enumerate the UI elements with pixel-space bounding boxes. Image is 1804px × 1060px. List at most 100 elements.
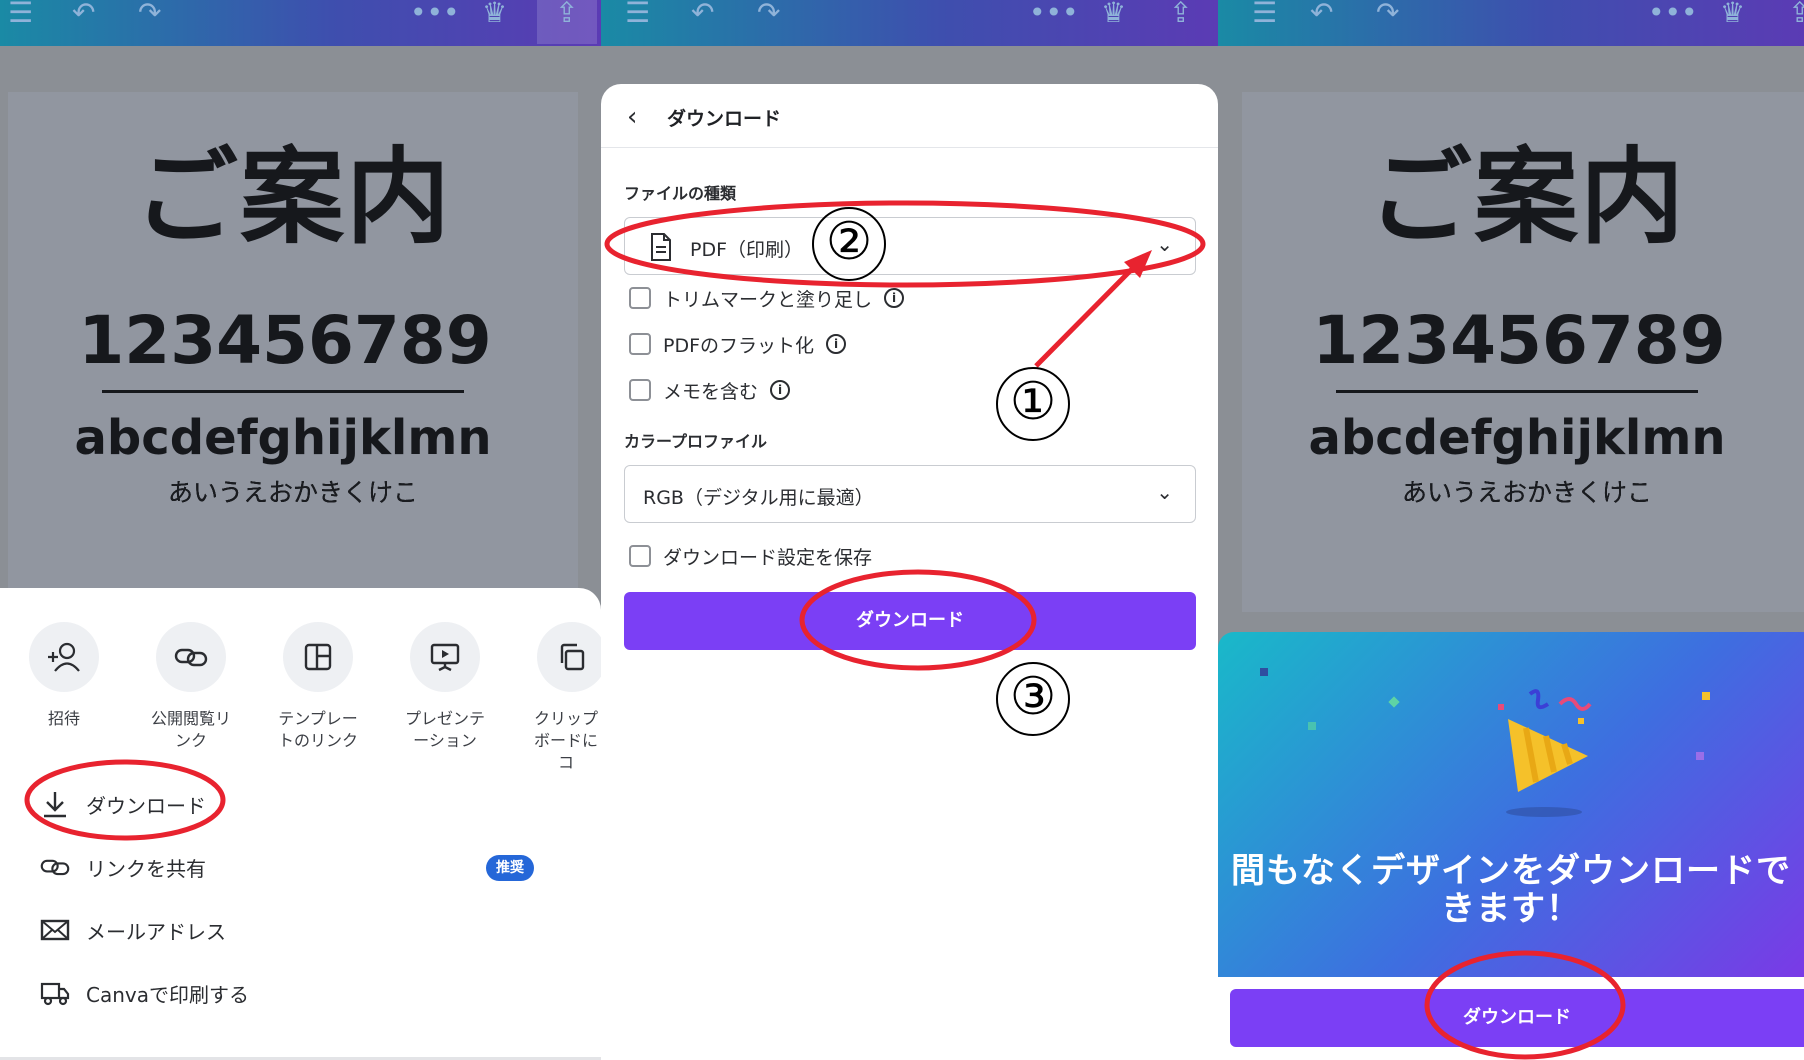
option-include-notes[interactable]: メモを含む i: [629, 376, 791, 404]
invite-action[interactable]: [29, 622, 99, 692]
design-canvas[interactable]: ご案内 123456789 abcdefghijklmn あいうえおかきくけこ …: [1242, 92, 1804, 612]
undo-icon[interactable]: ↶: [1310, 0, 1333, 30]
share-button[interactable]: ⇪: [537, 0, 597, 44]
editor-toolbar: ☰ ↶ ↷ ••• ♛ ⇪: [1218, 0, 1804, 46]
file-type-label: ファイルの種類: [624, 184, 737, 203]
confetti: [1388, 696, 1400, 708]
template-link-action[interactable]: [283, 622, 353, 692]
option-label: トリムマークと塗り足し: [663, 288, 873, 311]
design-canvas[interactable]: ご案内 123456789 abcdefghijklmn あいうえおかきくけこ …: [8, 92, 578, 612]
menu-download[interactable]: ダウンロード: [40, 784, 206, 824]
public-link-label: 公開閲覧リンク: [150, 709, 231, 750]
more-icon[interactable]: •••: [410, 0, 460, 30]
crown-icon[interactable]: ♛: [482, 0, 507, 30]
template-icon: [304, 643, 332, 671]
info-icon[interactable]: i: [770, 380, 791, 400]
present-icon: [430, 643, 460, 672]
color-profile-label: カラープロファイル: [624, 432, 768, 451]
menu-print-label: Canvaで印刷する: [86, 982, 249, 1007]
link-icon: [174, 648, 208, 667]
redo-icon[interactable]: ↷: [138, 0, 161, 30]
color-profile-value: RGB（デジタル用に最適）: [643, 487, 874, 509]
editor-toolbar: ☰ ↶ ↷ ••• ♛ ⇪: [601, 0, 1218, 46]
more-icon[interactable]: •••: [1029, 0, 1079, 30]
doc-underline: [1336, 390, 1698, 393]
menu-email[interactable]: メールアドレス: [40, 910, 226, 950]
crown-icon[interactable]: ♛: [1720, 0, 1745, 30]
doc-title: ご案内: [133, 136, 452, 258]
file-type-select[interactable]: PDF（印刷） ⌄: [624, 217, 1196, 275]
option-trim-marks[interactable]: トリムマークと塗り足し i: [629, 284, 905, 312]
doc-number: 123456789: [1312, 302, 1726, 379]
option-flatten-pdf[interactable]: PDFのフラット化 i: [629, 330, 847, 358]
panel-download-settings: ☰ ↶ ↷ ••• ♛ ⇪ ‹ ダウンロード ファイルの種類 PDF（印刷） ⌄…: [601, 0, 1218, 1060]
doc-number: 123456789: [78, 302, 492, 379]
public-link-action[interactable]: [156, 622, 226, 692]
doc-alphabet: abcdefghijklmn: [1308, 410, 1726, 466]
option-label: メモを含む: [663, 380, 759, 403]
banner-footer: ダウンロード: [1218, 977, 1804, 1060]
checkbox[interactable]: [629, 379, 651, 401]
download-dialog: ‹ ダウンロード ファイルの種類 PDF（印刷） ⌄ トリムマークと塗り足し i…: [601, 84, 1218, 1060]
document-icon: [651, 233, 671, 261]
invite-icon: [48, 642, 80, 672]
invite-label: 招待: [47, 709, 80, 728]
option-label: PDFのフラット化: [663, 334, 815, 357]
menu-print[interactable]: Canvaで印刷する: [40, 973, 249, 1013]
panel-download-ready: ☰ ↶ ↷ ••• ♛ ⇪ ご案内 123456789 abcdefghijkl…: [1218, 0, 1804, 1060]
checkbox[interactable]: [629, 545, 651, 567]
redo-icon[interactable]: ↷: [757, 0, 780, 30]
menu-share-link[interactable]: リンクを共有: [40, 847, 206, 887]
copy-action[interactable]: [537, 622, 601, 692]
option-save-settings[interactable]: ダウンロード設定を保存: [629, 542, 872, 570]
redo-icon[interactable]: ↷: [1376, 0, 1399, 30]
doc-title: ご案内: [1367, 136, 1686, 258]
menu-icon[interactable]: ☰: [1252, 0, 1277, 30]
more-icon[interactable]: •••: [1648, 0, 1698, 30]
checkbox[interactable]: [629, 287, 651, 309]
recommended-badge: 推奨: [486, 855, 534, 881]
panel-share: ☰ ↶ ↷ ••• ♛ ⇪ ご案内 123456789 abcdefghijkl…: [0, 0, 601, 1060]
dialog-header: ‹ ダウンロード: [601, 84, 1218, 148]
share-icon[interactable]: ⇪: [1788, 0, 1804, 30]
share-icon[interactable]: ⇪: [1169, 0, 1192, 30]
chevron-down-icon: ⌄: [1156, 480, 1173, 504]
menu-share-link-label: リンクを共有: [86, 856, 206, 881]
download-icon: [44, 792, 66, 818]
final-download-button[interactable]: ダウンロード: [1230, 989, 1804, 1047]
doc-alphabet: abcdefghijklmn: [74, 410, 492, 466]
menu-download-label: ダウンロード: [86, 793, 206, 818]
step-2-marker: ②: [812, 207, 886, 281]
info-icon[interactable]: i: [826, 334, 847, 354]
chevron-down-icon: ⌄: [1156, 232, 1173, 256]
copy-icon: [560, 643, 585, 671]
menu-icon[interactable]: ☰: [8, 0, 33, 30]
confetti: [1702, 692, 1710, 700]
step-1-marker: ①: [996, 367, 1070, 441]
crown-icon[interactable]: ♛: [1101, 0, 1126, 30]
back-icon[interactable]: ‹: [627, 102, 637, 132]
mail-icon: [40, 919, 70, 941]
option-label: ダウンロード設定を保存: [663, 546, 873, 569]
confetti: [1308, 722, 1316, 730]
copy-label: クリップボードにコ: [533, 709, 598, 772]
download-ready-message: 間もなくデザインをダウンロードできます！: [1231, 851, 1791, 929]
truck-icon: [40, 982, 70, 1006]
undo-icon[interactable]: ↶: [72, 0, 95, 30]
share-icon: ⇪: [555, 0, 579, 29]
doc-kana-line: あいうえおかきくけこ: [167, 478, 418, 507]
info-icon[interactable]: i: [884, 288, 905, 308]
file-type-value: PDF（印刷）: [690, 239, 804, 261]
step-3-marker: ③: [996, 662, 1070, 736]
present-action[interactable]: [410, 622, 480, 692]
editor-toolbar: ☰ ↶ ↷ ••• ♛ ⇪: [0, 0, 601, 46]
doc-underline: [102, 390, 464, 393]
party-popper-icon: [1498, 689, 1592, 817]
color-profile-select[interactable]: RGB（デジタル用に最適） ⌄: [624, 465, 1196, 523]
template-link-label: テンプレートのリンク: [277, 709, 358, 750]
download-button[interactable]: ダウンロード: [624, 592, 1196, 650]
download-ready-banner: 間もなくデザインをダウンロードできます！: [1218, 632, 1804, 977]
checkbox[interactable]: [629, 333, 651, 355]
menu-icon[interactable]: ☰: [625, 0, 650, 30]
undo-icon[interactable]: ↶: [691, 0, 714, 30]
